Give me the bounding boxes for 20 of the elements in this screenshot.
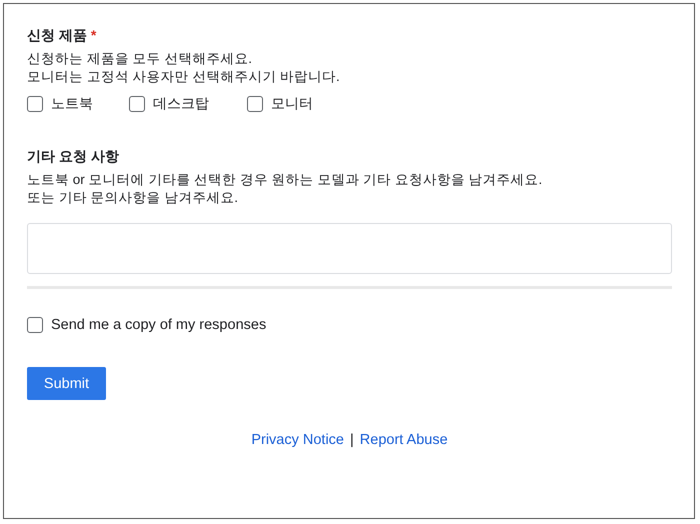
checkbox[interactable] — [27, 317, 43, 333]
answer-field[interactable] — [27, 223, 672, 274]
question-description: 노트북 or 모니터에 기타를 선택한 경우 원하는 모델과 기타 요청사항을 남겨주세요. — [27, 171, 544, 189]
footer-link[interactable]: Report Abuse — [360, 432, 448, 448]
question-description: 모니터는 고정석 사용자만 선택해주시기 바랍니다. — [27, 68, 341, 86]
required-asterisk: * — [90, 27, 96, 43]
checkbox[interactable] — [247, 96, 263, 112]
option-label: 데스크탑 — [153, 95, 209, 113]
option-label: 노트북 — [51, 95, 93, 113]
question-title: 기타 요청 사항 — [27, 147, 120, 165]
question-description: 또는 기타 문의사항을 남겨주세요. — [27, 189, 240, 207]
checkbox[interactable] — [129, 96, 145, 112]
submit-button[interactable]: Submit — [27, 367, 106, 400]
question-title: 신청 제품 * — [27, 26, 98, 44]
question-description: 신청하는 제품을 모두 선택해주세요. — [27, 50, 254, 68]
footer-link[interactable]: Privacy Notice — [251, 432, 344, 448]
checkbox[interactable] — [27, 96, 43, 112]
option-label: 모니터 — [271, 95, 313, 113]
separator: | — [350, 432, 354, 448]
option-label: Send me a copy of my responses — [51, 317, 266, 333]
